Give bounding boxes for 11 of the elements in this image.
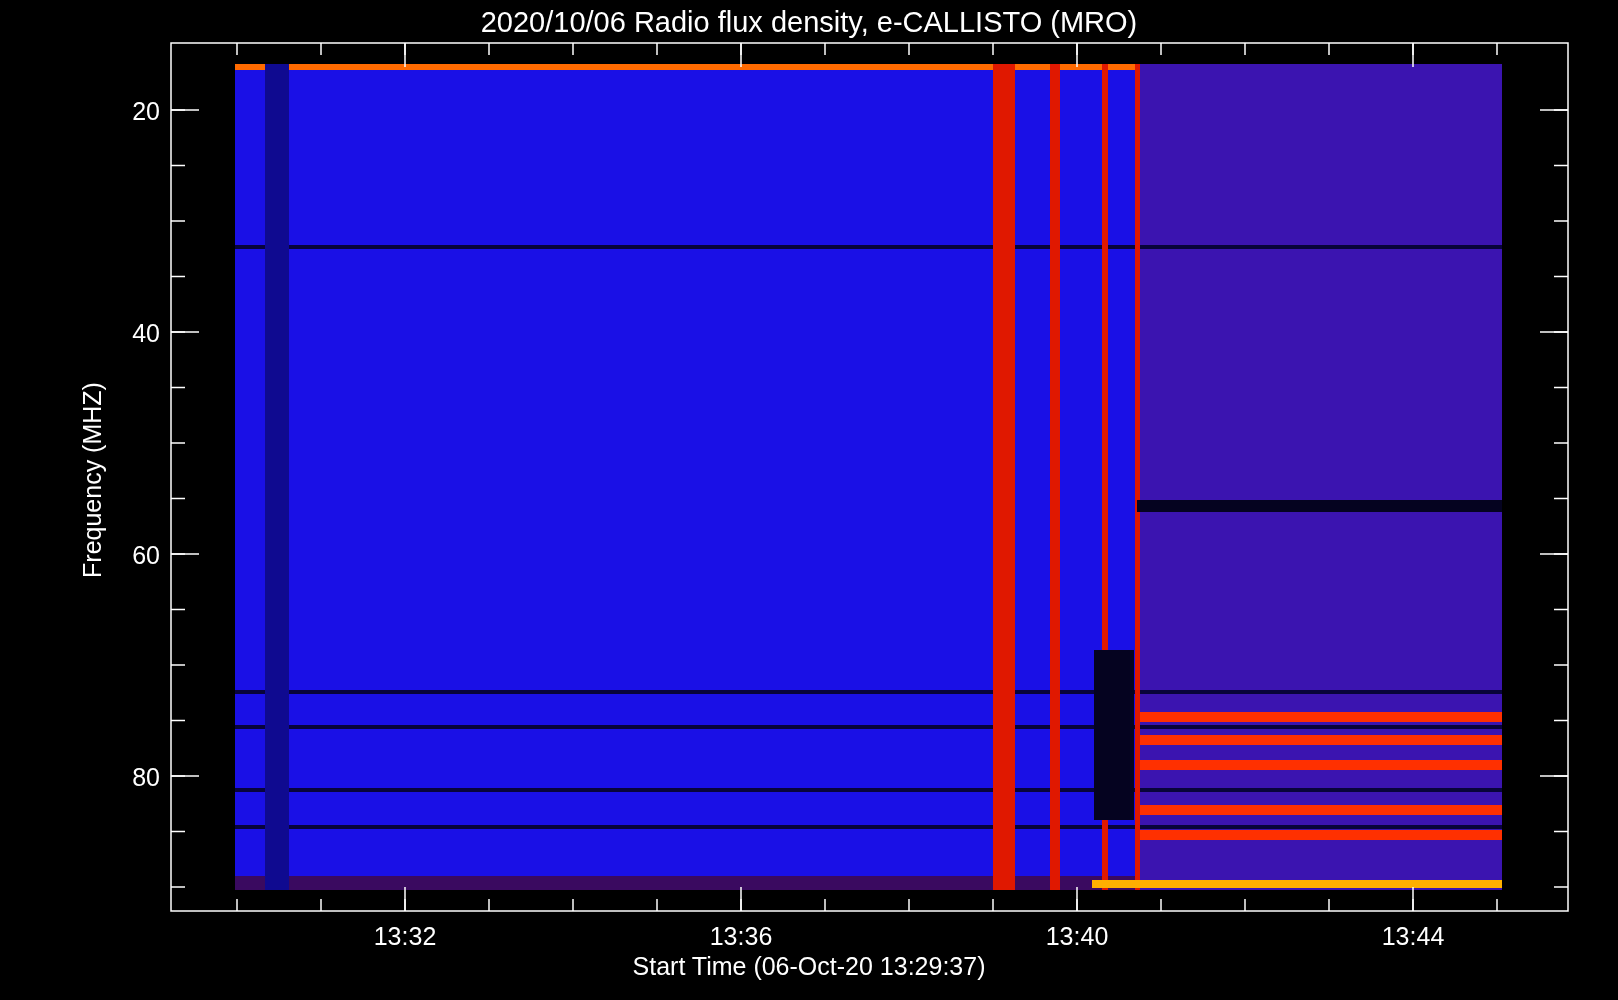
tick-label: 80 <box>132 763 160 791</box>
tick-label: 20 <box>132 97 160 125</box>
chart-title: 2020/10/06 Radio flux density, e-CALLISTO (MRO) <box>480 6 1138 38</box>
axis-label: Start Time (06-Oct-20 13:29:37) <box>632 952 986 980</box>
tick-label: 13:44 <box>1381 922 1445 950</box>
axis-label: Frequency (MHZ) <box>78 382 106 578</box>
tick-label: 40 <box>132 319 160 347</box>
tick-label: 60 <box>132 541 160 569</box>
tick-label: 13:40 <box>1045 922 1109 950</box>
tick-label: 13:36 <box>709 922 773 950</box>
tick-label: 13:32 <box>373 922 437 950</box>
